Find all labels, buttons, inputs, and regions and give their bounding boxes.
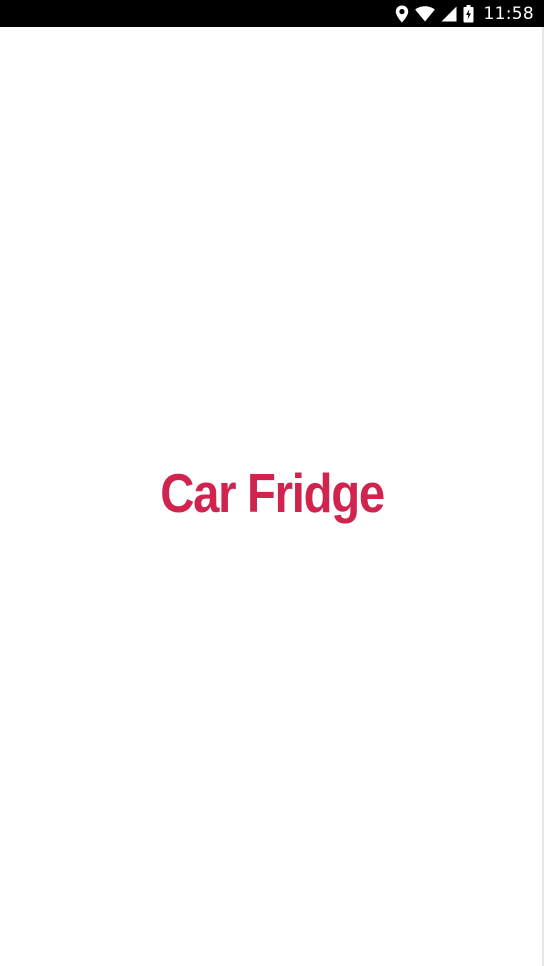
splash-screen: 11:58 Car Fridge bbox=[0, 0, 544, 966]
splash-content: Car Fridge bbox=[0, 27, 544, 966]
battery-charging-icon bbox=[463, 4, 474, 23]
status-bar: 11:58 bbox=[0, 0, 544, 27]
status-time: 11:58 bbox=[483, 3, 534, 24]
location-icon bbox=[395, 5, 409, 23]
signal-icon bbox=[441, 6, 457, 22]
app-logo-text: Car Fridge bbox=[160, 461, 385, 524]
status-icons: 11:58 bbox=[395, 4, 535, 24]
wifi-icon bbox=[414, 5, 435, 22]
